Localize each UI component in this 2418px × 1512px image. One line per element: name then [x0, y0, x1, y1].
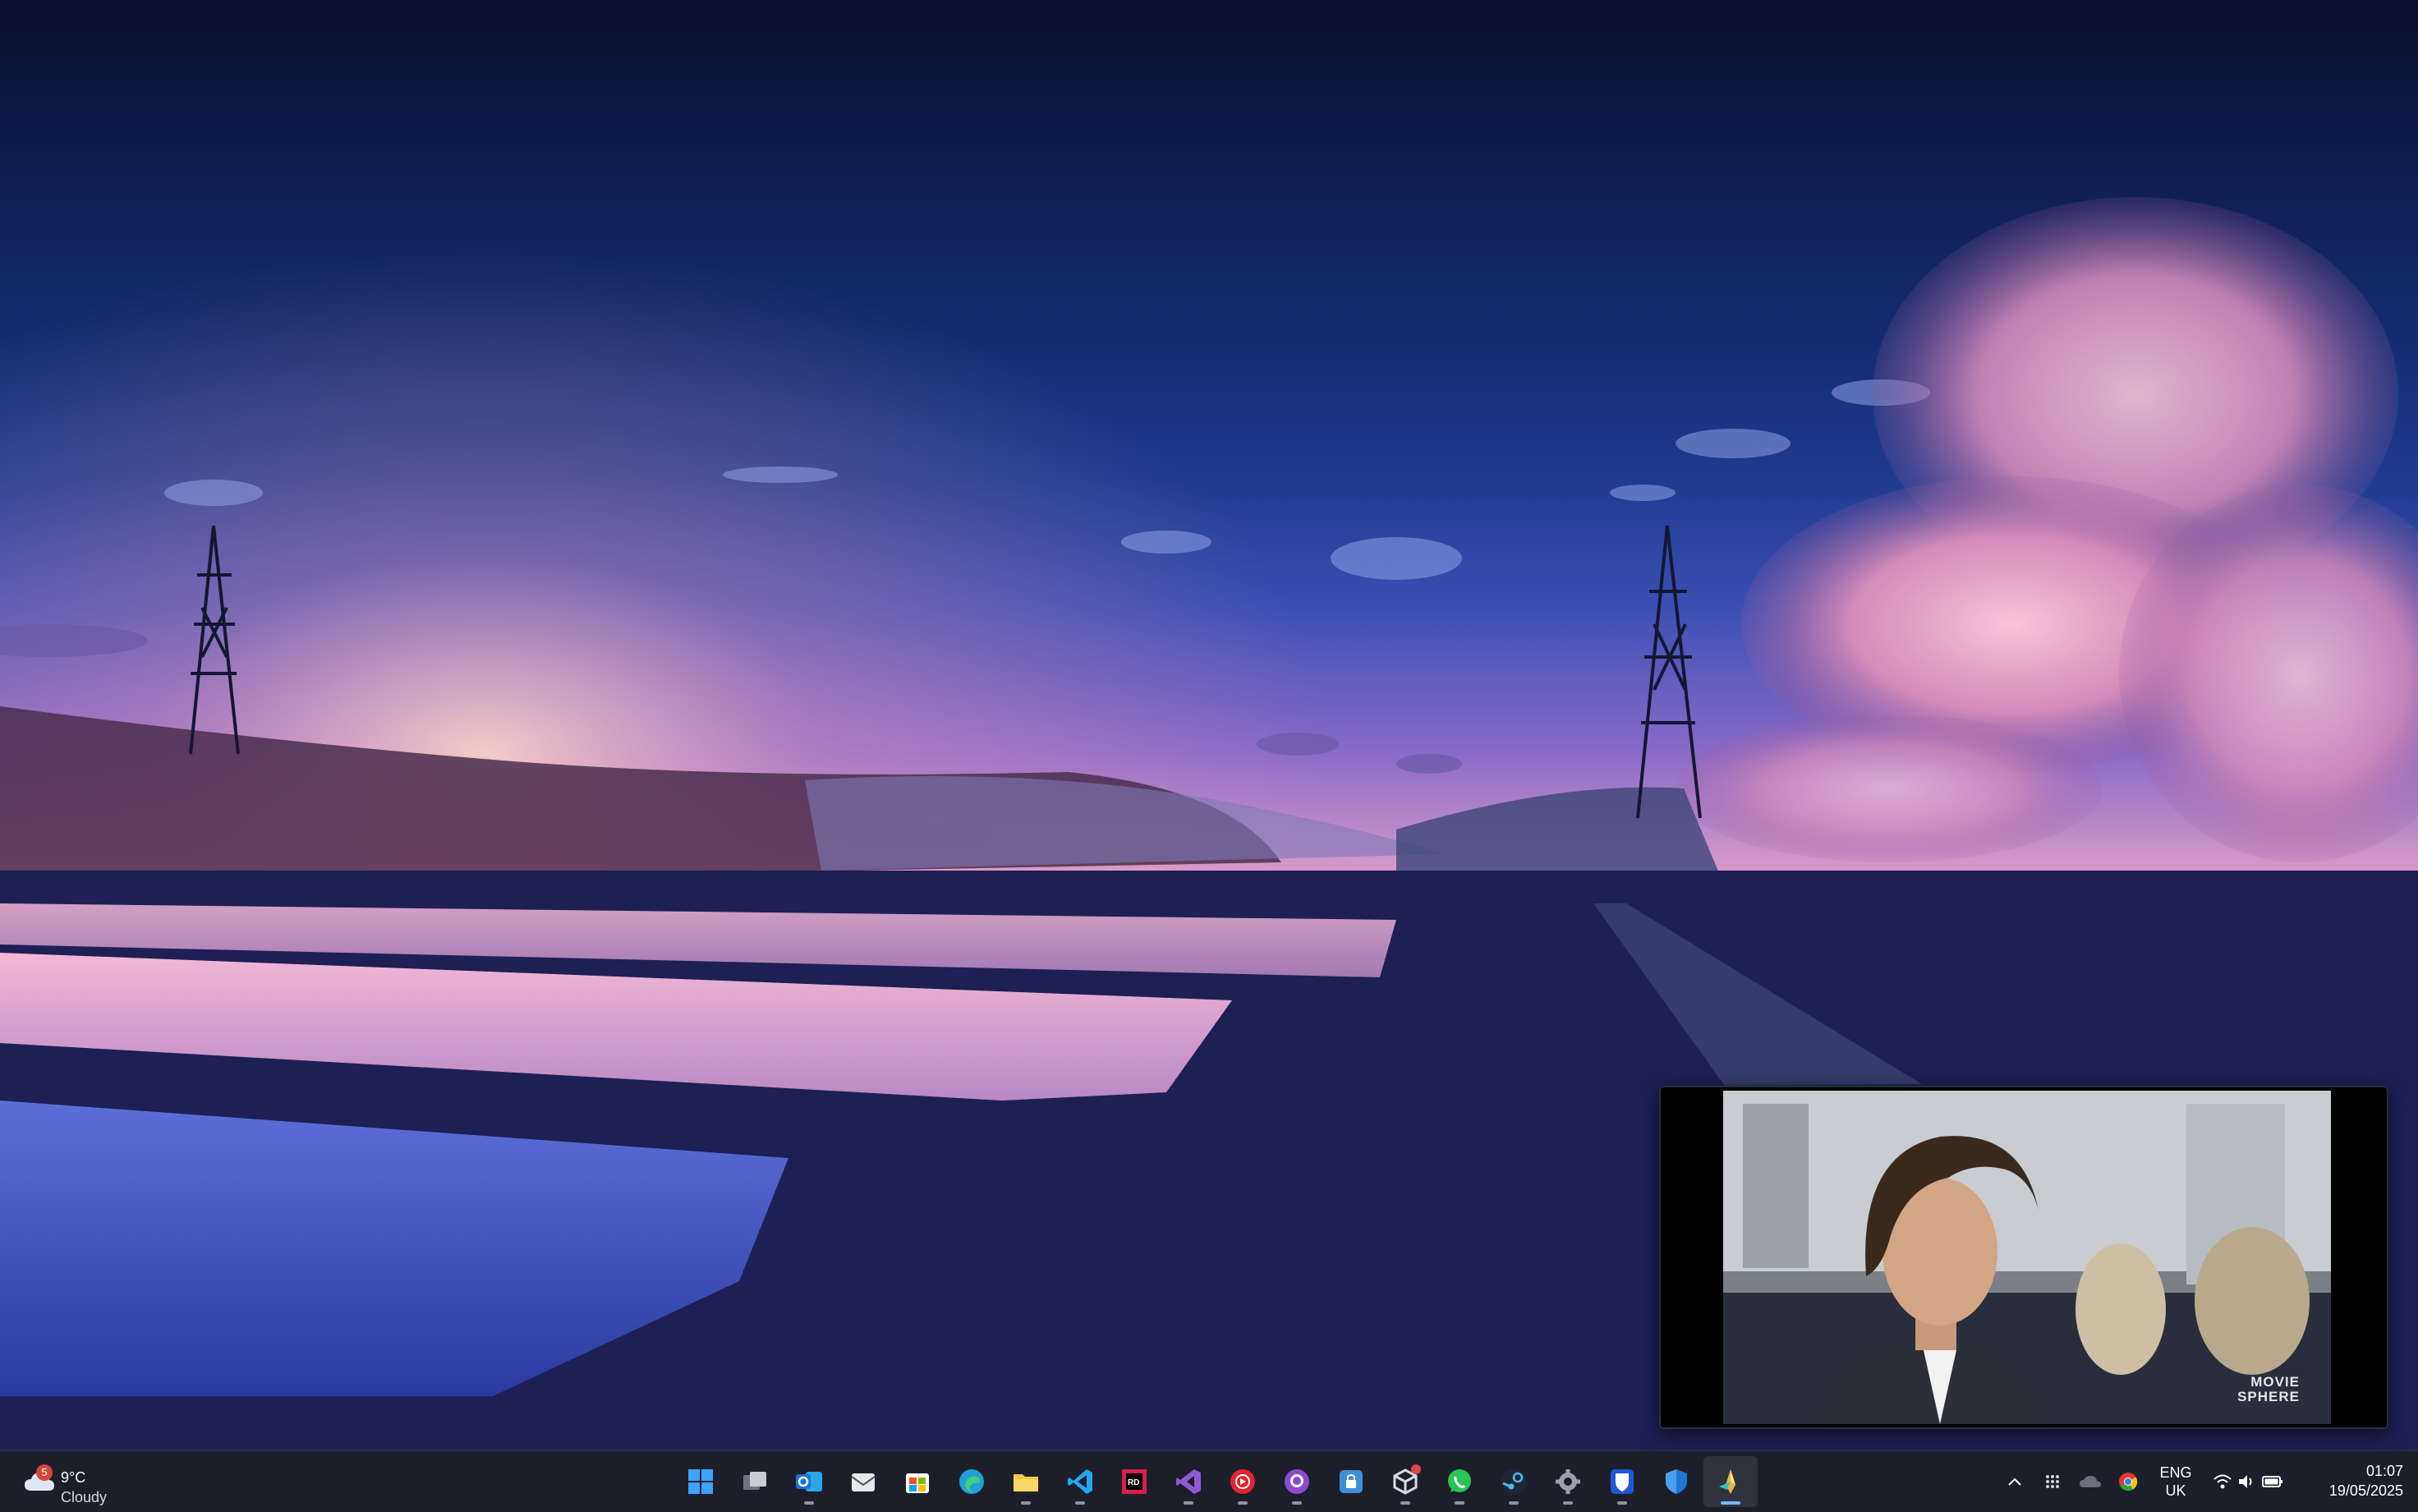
logo-line-2: SPHERE [2237, 1389, 2300, 1404]
outlook-icon [794, 1467, 824, 1496]
clock[interactable]: 01:07 19/05/2025 [2329, 1461, 2403, 1501]
running-indicator [1238, 1501, 1248, 1505]
svg-text:RD: RD [1128, 1478, 1139, 1487]
running-indicator [1509, 1501, 1519, 1505]
weather-condition: Cloudy [61, 1489, 108, 1505]
running-indicator [1721, 1501, 1740, 1505]
edge-icon [957, 1467, 986, 1496]
chrome-icon[interactable] [2109, 1456, 2147, 1507]
taskbar-app-password-app[interactable] [1324, 1456, 1378, 1507]
running-indicator [1455, 1501, 1464, 1505]
taskbar-app-windows-security[interactable] [1649, 1456, 1703, 1507]
taskbar-app-bitwarden[interactable] [1595, 1456, 1649, 1507]
taskbar-app-github-desktop[interactable] [1270, 1456, 1324, 1507]
video-pip-window[interactable]: MOVIE SPHERE [1659, 1086, 2388, 1429]
shield-icon [1662, 1467, 1691, 1496]
notification-dot [1411, 1464, 1421, 1474]
mail-icon [848, 1467, 878, 1496]
taskbar-app-microsoft-store[interactable] [890, 1456, 945, 1507]
quick-settings[interactable] [2204, 1473, 2292, 1490]
taskbar-app-unity-hub[interactable] [1378, 1456, 1432, 1507]
visual-studio-icon [1174, 1467, 1203, 1496]
bitwarden-icon [1607, 1467, 1637, 1496]
language-indicator[interactable]: ENG UK [2147, 1464, 2204, 1500]
taskbar-app-video-player[interactable] [1703, 1456, 1758, 1507]
taskbar-app-outlook[interactable] [782, 1456, 836, 1507]
taskbar-app-file-explorer[interactable] [999, 1456, 1053, 1507]
running-indicator [804, 1501, 814, 1505]
folder-icon [1011, 1467, 1041, 1496]
running-indicator [1400, 1501, 1410, 1505]
running-indicator [1021, 1501, 1031, 1505]
player-icon [1716, 1467, 1745, 1496]
weather-widget[interactable]: 5 9°C Cloudy [18, 1459, 166, 1505]
taskbar-app-mail[interactable] [836, 1456, 890, 1507]
volume-icon [2239, 1475, 2252, 1488]
taskbar-app-edge[interactable] [945, 1456, 999, 1507]
language-region: UK [2165, 1482, 2186, 1499]
windows-start-icon [686, 1467, 715, 1496]
youtube-music-icon [1228, 1467, 1257, 1496]
taskbar-app-youtube-music[interactable] [1216, 1456, 1270, 1507]
taskbar-app-vscode[interactable] [1053, 1456, 1107, 1507]
grid-icon[interactable] [2034, 1456, 2071, 1507]
running-indicator [1563, 1501, 1573, 1505]
taskbar-app-steam[interactable] [1487, 1456, 1541, 1507]
language-code: ENG [2159, 1464, 2192, 1481]
running-indicator [1184, 1501, 1193, 1505]
whatsapp-icon [1445, 1467, 1474, 1496]
running-indicator [1292, 1501, 1302, 1505]
taskbar: 5 9°C Cloudy RD ENG UK 01:07 19/05/2025 [0, 1450, 2418, 1512]
chevron-up-icon[interactable] [1996, 1456, 2034, 1507]
taskbar-apps: RD [673, 1456, 1758, 1507]
battery-icon [2262, 1476, 2282, 1487]
taskbar-app-visual-studio[interactable] [1161, 1456, 1216, 1507]
running-indicator [1617, 1501, 1627, 1505]
store-icon [903, 1467, 932, 1496]
vscode-icon [1065, 1467, 1095, 1496]
logo-line-1: MOVIE [2250, 1374, 2300, 1390]
system-tray: ENG UK [1996, 1456, 2292, 1507]
lock-app-icon [1336, 1467, 1366, 1496]
rider-icon: RD [1119, 1467, 1149, 1496]
gear-icon [1553, 1467, 1583, 1496]
taskbar-app-start[interactable] [673, 1456, 728, 1507]
task-view-icon [740, 1467, 770, 1496]
clock-date: 19/05/2025 [2328, 1482, 2403, 1499]
running-indicator [1075, 1501, 1085, 1505]
desktop-wallpaper: MOVIE SPHERE [0, 0, 2418, 1450]
video-logo: MOVIE SPHERE [2201, 1375, 2300, 1404]
steam-icon [1499, 1467, 1528, 1496]
taskbar-app-whatsapp[interactable] [1432, 1456, 1487, 1507]
taskbar-app-rider[interactable]: RD [1107, 1456, 1161, 1507]
wifi-icon [2213, 1474, 2232, 1489]
onedrive-icon[interactable] [2071, 1456, 2109, 1507]
taskbar-app-task-view[interactable] [728, 1456, 782, 1507]
weather-temperature: 9°C [61, 1469, 86, 1486]
taskbar-app-settings[interactable] [1541, 1456, 1595, 1507]
clock-time: 01:07 [2365, 1463, 2403, 1479]
github-icon [1282, 1467, 1312, 1496]
weather-notification-badge: 5 [36, 1464, 53, 1481]
